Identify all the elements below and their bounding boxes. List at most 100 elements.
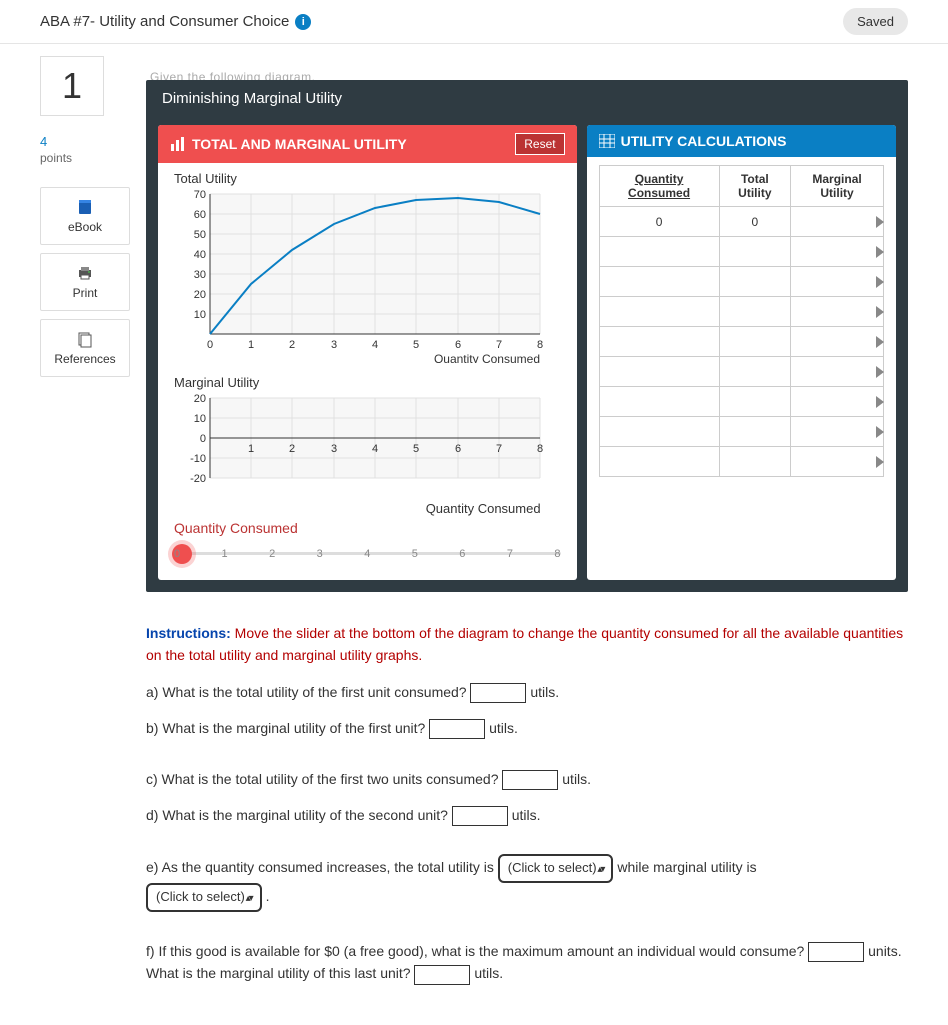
cell-total-utility: 0: [719, 207, 791, 237]
cell-quantity: [599, 237, 719, 267]
ebook-label: eBook: [68, 220, 102, 234]
ebook-button[interactable]: eBook: [40, 187, 130, 245]
question-f: f) If this good is available for $0 (a f…: [146, 940, 908, 985]
instructions-label: Instructions:: [146, 625, 231, 641]
table-row: [599, 357, 883, 387]
total-utility-title: Total Utility: [174, 171, 561, 186]
cell-total-utility: [719, 327, 791, 357]
calculations-card: UTILITY CALCULATIONS Quantity Consumed T…: [587, 125, 896, 580]
svg-text:10: 10: [194, 309, 206, 321]
cell-quantity: [599, 387, 719, 417]
cell-total-utility: [719, 297, 791, 327]
svg-text:1: 1: [248, 339, 254, 351]
answer-b-input[interactable]: [429, 719, 485, 739]
svg-text:3: 3: [331, 443, 337, 455]
cell-quantity: [599, 417, 719, 447]
info-icon[interactable]: i: [295, 14, 311, 30]
cell-marginal-utility: [791, 327, 884, 357]
answer-f2-input[interactable]: [414, 965, 470, 985]
svg-text:8: 8: [537, 339, 543, 351]
diagram-title: Diminishing Marginal Utility: [146, 80, 908, 117]
cell-total-utility: [719, 237, 791, 267]
cell-marginal-utility: [791, 267, 884, 297]
points-value: 4: [40, 134, 130, 149]
slider-title: Quantity Consumed: [174, 520, 561, 536]
table-row: [599, 447, 883, 477]
table-row: [599, 387, 883, 417]
x-axis-label-2: Quantity Consumed: [174, 501, 561, 516]
svg-text:7: 7: [496, 443, 502, 455]
table-row: [599, 297, 883, 327]
cell-total-utility: [719, 387, 791, 417]
cell-marginal-utility: [791, 207, 884, 237]
select-total-utility-trend[interactable]: (Click to select): [498, 854, 614, 883]
svg-text:20: 20: [194, 289, 206, 301]
answer-f1-input[interactable]: [808, 942, 864, 962]
references-label: References: [54, 352, 115, 366]
question-c: c) What is the total utility of the firs…: [146, 768, 908, 790]
calculations-header: UTILITY CALCULATIONS: [587, 125, 896, 157]
marginal-utility-chart: Marginal Utility: [158, 367, 577, 520]
saved-pill: Saved: [843, 8, 908, 35]
cell-marginal-utility: [791, 237, 884, 267]
instructions-text: Move the slider at the bottom of the dia…: [146, 625, 903, 663]
svg-text:1: 1: [248, 443, 254, 455]
answer-a-input[interactable]: [470, 683, 526, 703]
svg-text:20: 20: [194, 393, 206, 405]
cell-total-utility: [719, 447, 791, 477]
instructions: Instructions: Move the slider at the bot…: [146, 622, 908, 985]
print-button[interactable]: Print: [40, 253, 130, 311]
svg-text:-20: -20: [190, 473, 206, 485]
assignment-title: ABA #7- Utility and Consumer Choice i: [40, 13, 311, 30]
charts-header: TOTAL AND MARGINAL UTILITY Reset: [158, 125, 577, 163]
cell-marginal-utility: [791, 447, 884, 477]
reset-button[interactable]: Reset: [515, 133, 564, 155]
cell-quantity: 0: [599, 207, 719, 237]
svg-text:6: 6: [455, 339, 461, 351]
cell-marginal-utility: [791, 387, 884, 417]
svg-text:2: 2: [289, 339, 295, 351]
print-label: Print: [73, 286, 98, 300]
quantity-slider[interactable]: 012345678: [174, 542, 561, 570]
svg-text:70: 70: [194, 189, 206, 201]
svg-text:7: 7: [496, 339, 502, 351]
cell-quantity: [599, 447, 719, 477]
svg-text:40: 40: [194, 249, 206, 261]
cell-total-utility: [719, 267, 791, 297]
slider-ticks: 012345678: [174, 548, 561, 560]
svg-text:60: 60: [194, 209, 206, 221]
marginal-utility-title: Marginal Utility: [174, 375, 561, 390]
top-bar: ABA #7- Utility and Consumer Choice i Sa…: [0, 0, 948, 44]
svg-text:30: 30: [194, 269, 206, 281]
answer-c-input[interactable]: [502, 770, 558, 790]
svg-text:6: 6: [455, 443, 461, 455]
col-total-utility: Total Utility: [719, 166, 791, 207]
svg-text:3: 3: [331, 339, 337, 351]
assignment-title-text: ABA #7- Utility and Consumer Choice: [40, 13, 289, 30]
question-b: b) What is the marginal utility of the f…: [146, 717, 908, 739]
diagram-panel: Diminishing Marginal Utility TOTAL AND M…: [146, 80, 908, 592]
svg-text:50: 50: [194, 229, 206, 241]
svg-text:-10: -10: [190, 453, 206, 465]
sidebar: 1 4 points eBook Print References: [40, 56, 130, 985]
cell-quantity: [599, 297, 719, 327]
svg-text:4: 4: [372, 339, 378, 351]
references-button[interactable]: References: [40, 319, 130, 377]
references-icon: [76, 330, 94, 348]
answer-d-input[interactable]: [452, 806, 508, 826]
svg-text:0: 0: [200, 433, 206, 445]
charts-header-text: TOTAL AND MARGINAL UTILITY: [192, 136, 407, 152]
cell-total-utility: [719, 417, 791, 447]
svg-text:8: 8: [537, 443, 543, 455]
select-marginal-utility-trend[interactable]: (Click to select): [146, 883, 262, 912]
book-icon: [76, 198, 94, 216]
printer-icon: [76, 264, 94, 282]
cell-marginal-utility: [791, 417, 884, 447]
points-label: points: [40, 151, 130, 165]
total-utility-chart: Total Utility: [158, 163, 577, 367]
col-quantity: Quantity Consumed: [599, 166, 719, 207]
svg-text:0: 0: [207, 339, 213, 351]
table-row: 00: [599, 207, 883, 237]
table-row: [599, 267, 883, 297]
col-marginal-utility: Marginal Utility: [791, 166, 884, 207]
